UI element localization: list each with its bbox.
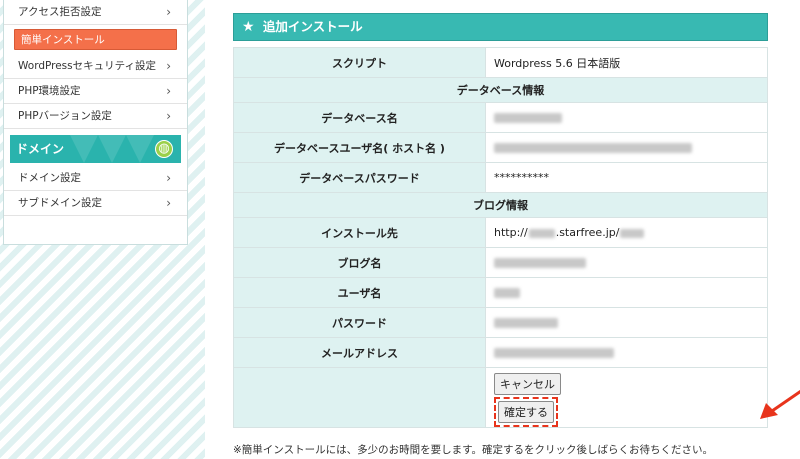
panel-title-bar: ★ 追加インストール — [233, 13, 768, 41]
chevron-right-icon: › — [166, 196, 171, 210]
db-name-label: データベース名 — [233, 102, 486, 133]
sidebar-item-label: アクセス拒否設定 — [18, 6, 102, 18]
redacted-text — [494, 348, 614, 358]
table-row: データベース情報 — [233, 77, 768, 103]
redacted-text — [494, 113, 562, 123]
chevron-right-icon: › — [166, 84, 171, 98]
db-user-label: データベースユーザ名( ホスト名 ) — [233, 132, 486, 163]
db-user-value — [485, 132, 768, 163]
redacted-text — [494, 318, 558, 328]
script-label: スクリプト — [233, 47, 486, 78]
db-password-label: データベースパスワード — [233, 162, 486, 193]
email-label: メールアドレス — [233, 337, 486, 368]
star-icon: ★ — [242, 19, 255, 35]
username-label: ユーザ名 — [233, 277, 486, 308]
install-url-value: http:// .starfree.jp/ — [485, 217, 768, 248]
table-row: インストール先 http:// .starfree.jp/ — [233, 217, 768, 248]
redacted-text — [494, 143, 692, 153]
table-row: ブログ名 — [233, 247, 768, 278]
redacted-text — [620, 228, 645, 238]
sidebar-item-label: 簡単インストール — [21, 34, 105, 46]
confirm-highlight: 確定する — [494, 397, 558, 427]
sidebar: アクセス拒否設定 › 簡単インストール WordPressセキュリティ設定 › … — [3, 0, 188, 245]
button-row-label — [233, 367, 486, 428]
chevron-right-icon: › — [166, 109, 171, 123]
sidebar-item-easy-install[interactable]: 簡単インストール — [14, 29, 177, 50]
cancel-button[interactable]: キャンセル — [494, 373, 561, 395]
install-to-label: インストール先 — [233, 217, 486, 248]
sidebar-item-php-version[interactable]: PHPバージョン設定 › — [4, 104, 187, 129]
sidebar-item-label: サブドメイン設定 — [18, 197, 102, 209]
blog-name-label: ブログ名 — [233, 247, 486, 278]
install-note: ※簡単インストールには、多少のお時間を要します。確定するをクリック後しばらくお待… — [233, 444, 714, 456]
script-value: Wordpress 5.6 日本語版 — [485, 47, 768, 78]
password-value — [485, 307, 768, 338]
password-label: パスワード — [233, 307, 486, 338]
db-name-value — [485, 102, 768, 133]
table-row: データベース名 — [233, 102, 768, 133]
table-row: データベースユーザ名( ホスト名 ) — [233, 132, 768, 163]
header-decoration — [70, 135, 98, 163]
table-row: パスワード — [233, 307, 768, 338]
chevron-right-icon: › — [166, 5, 171, 19]
email-value — [485, 337, 768, 368]
sidebar-item-label: PHP環境設定 — [18, 85, 81, 97]
install-form-table: スクリプト Wordpress 5.6 日本語版 データベース情報 データベース… — [233, 47, 768, 428]
sidebar-item-domain-settings[interactable]: ドメイン設定 › — [4, 166, 187, 191]
redacted-text — [528, 228, 555, 238]
table-row: ブログ情報 — [233, 192, 768, 218]
sidebar-item-label: WordPressセキュリティ設定 — [18, 60, 156, 72]
header-decoration — [126, 135, 154, 163]
table-row: メールアドレス — [233, 337, 768, 368]
button-cell: キャンセル 確定する — [485, 367, 768, 428]
main-content: ★ 追加インストール スクリプト Wordpress 5.6 日本語版 データベ… — [205, 0, 800, 459]
table-row: データベースパスワード ********** — [233, 162, 768, 193]
blog-section-heading: ブログ情報 — [233, 192, 768, 218]
sidebar-item-label: PHPバージョン設定 — [18, 110, 112, 122]
panel-title: 追加インストール — [262, 19, 363, 34]
confirm-button[interactable]: 確定する — [498, 401, 554, 423]
chevron-right-icon: › — [166, 171, 171, 185]
db-section-heading: データベース情報 — [233, 77, 768, 103]
sidebar-item-subdomain-settings[interactable]: サブドメイン設定 › — [4, 191, 187, 216]
username-value — [485, 277, 768, 308]
redacted-text — [494, 288, 520, 298]
db-password-value: ********** — [485, 162, 768, 193]
chevron-right-icon: › — [166, 59, 171, 73]
table-row: スクリプト Wordpress 5.6 日本語版 — [233, 47, 768, 78]
sidebar-item-php-env[interactable]: PHP環境設定 › — [4, 79, 187, 104]
header-decoration — [98, 135, 126, 163]
red-arrow-annotation — [760, 389, 800, 419]
sidebar-item-wordpress-security[interactable]: WordPressセキュリティ設定 › — [4, 54, 187, 79]
blog-name-value — [485, 247, 768, 278]
install-url-prefix: http:// — [494, 226, 528, 239]
domain-section-header: ドメイン ◍ — [10, 135, 181, 163]
table-row: キャンセル 確定する — [233, 367, 768, 428]
table-row: ユーザ名 — [233, 277, 768, 308]
sidebar-item-access-deny[interactable]: アクセス拒否設定 › — [4, 0, 187, 25]
redacted-text — [494, 258, 586, 268]
globe-icon: ◍ — [155, 140, 173, 158]
sidebar-item-label: ドメイン設定 — [18, 172, 81, 184]
install-url-domain: .starfree.jp/ — [555, 226, 620, 239]
domain-section-title: ドメイン — [16, 142, 65, 156]
